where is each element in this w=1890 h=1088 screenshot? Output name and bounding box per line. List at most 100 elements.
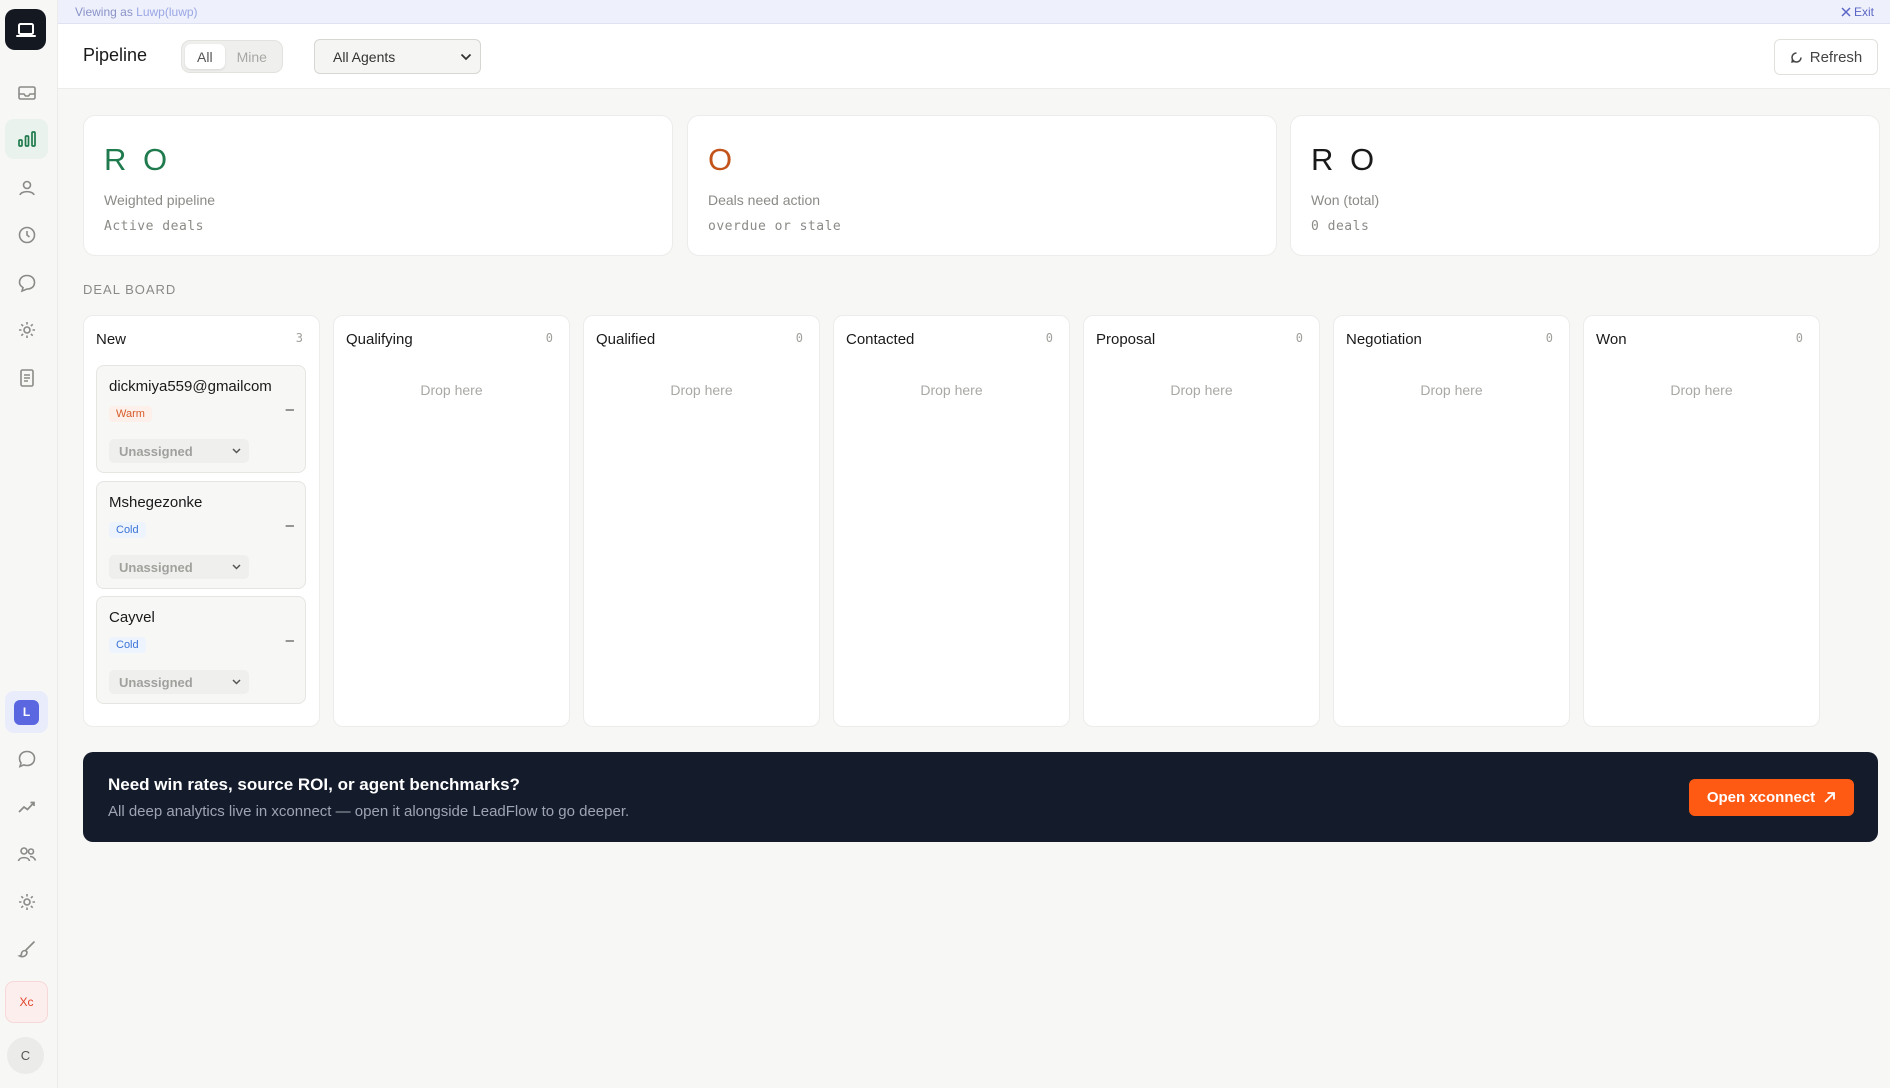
- chevron-down-icon: [232, 564, 241, 570]
- column-title: Qualified: [596, 331, 656, 348]
- stat-value: O: [708, 142, 737, 177]
- stat-value: R O: [1311, 142, 1379, 177]
- sidebar-item-team[interactable]: [5, 834, 48, 874]
- exit-label: Exit: [1853, 4, 1874, 19]
- deal-board-label: DEAL BOARD: [83, 282, 177, 297]
- deal-name: dickmiya559@gmailcom: [109, 378, 272, 395]
- assignee-select[interactable]: Unassigned: [109, 439, 249, 463]
- stat-value: R O: [104, 142, 172, 177]
- deal-value: –: [285, 517, 294, 534]
- agent-select-value: All Agents: [333, 48, 396, 65]
- sidebar-item-messages[interactable]: [5, 263, 48, 303]
- drop-zone-text: Drop here: [1170, 382, 1233, 398]
- sidebar-item-pipeline[interactable]: [5, 119, 48, 159]
- board-column-qualified[interactable]: Qualified 0 Drop here: [583, 315, 820, 727]
- board-column-negotiation[interactable]: Negotiation 0 Drop here: [1333, 315, 1570, 727]
- sidebar-item-analytics[interactable]: [5, 787, 48, 827]
- pipeline-chart-icon: [17, 131, 36, 147]
- workspace-switcher[interactable]: L: [5, 691, 48, 733]
- column-count: 0: [1295, 331, 1303, 345]
- temperature-badge: Warm: [109, 406, 152, 422]
- app-logo[interactable]: [5, 9, 46, 50]
- page-title: Pipeline: [83, 45, 148, 65]
- ownership-filter: All Mine: [181, 40, 283, 73]
- board-column-proposal[interactable]: Proposal 0 Drop here: [1083, 315, 1320, 727]
- trend-line-icon: [17, 801, 35, 813]
- column-count: 0: [545, 331, 553, 345]
- temperature-badge: Cold: [109, 637, 146, 653]
- deal-value: –: [285, 632, 294, 649]
- stat-card-won-total: R O Won (total) 0 deals: [1290, 115, 1880, 256]
- close-icon: [1841, 6, 1851, 17]
- chevron-down-icon: [460, 53, 472, 60]
- sidebar-item-settings[interactable]: [5, 310, 48, 350]
- board-column-won[interactable]: Won 0 Drop here: [1583, 315, 1820, 727]
- drop-zone-text: Drop here: [420, 382, 483, 398]
- team-icon: [17, 847, 36, 862]
- chevron-down-icon: [232, 448, 241, 454]
- viewing-as-user: Luwp(luwp): [136, 4, 198, 19]
- board-column-new[interactable]: New 3 dickmiya559@gmailcom Warm – Unassi…: [83, 315, 320, 727]
- stat-label: Won (total): [1311, 192, 1380, 208]
- xconnect-button[interactable]: Xc: [5, 981, 48, 1023]
- sidebar-item-customize[interactable]: [5, 929, 48, 969]
- drop-zone-text: Drop here: [920, 382, 983, 398]
- deal-value: –: [285, 401, 294, 418]
- user-avatar[interactable]: C: [7, 1037, 44, 1074]
- deal-card[interactable]: Cayvel Cold – Unassigned: [96, 596, 306, 704]
- gear-icon: [18, 894, 35, 910]
- inbox-icon: [17, 86, 36, 100]
- stat-sublabel: 0 deals: [1311, 219, 1370, 234]
- sidebar-item-inbox[interactable]: [5, 73, 48, 113]
- sidebar-item-conversations[interactable]: [5, 739, 48, 779]
- filter-mine-button[interactable]: Mine: [225, 44, 279, 69]
- column-title: Qualifying: [346, 331, 413, 348]
- assignee-select[interactable]: Unassigned: [109, 555, 249, 579]
- agent-select[interactable]: All Agents: [314, 39, 481, 74]
- column-title: Contacted: [846, 331, 915, 348]
- stat-card-weighted-pipeline: R O Weighted pipeline Active deals: [83, 115, 673, 256]
- temperature-badge: Cold: [109, 522, 146, 538]
- sidebar-item-admin-settings[interactable]: [5, 882, 48, 922]
- analytics-cta-banner: Need win rates, source ROI, or agent ben…: [83, 752, 1878, 842]
- assignee-value: Unassigned: [119, 674, 193, 690]
- drop-zone-text: Drop here: [1420, 382, 1483, 398]
- speech-bubble-icon: [18, 750, 35, 768]
- assignee-value: Unassigned: [119, 443, 193, 459]
- sidebar-item-contacts[interactable]: [5, 168, 48, 208]
- impersonation-banner: Viewing as Luwp(luwp) Exit: [58, 0, 1890, 24]
- column-count: 0: [1545, 331, 1553, 345]
- brush-icon: [16, 941, 35, 958]
- column-title: New: [96, 331, 127, 348]
- board-column-qualifying[interactable]: Qualifying 0 Drop here: [333, 315, 570, 727]
- assignee-value: Unassigned: [119, 559, 193, 575]
- cta-title: Need win rates, source ROI, or agent ben…: [108, 775, 520, 794]
- chat-bubble-icon: [18, 274, 35, 293]
- contacts-icon: [18, 180, 35, 196]
- refresh-icon: [1790, 51, 1802, 63]
- filter-all-button[interactable]: All: [185, 44, 225, 69]
- settings-gear-icon: [18, 322, 35, 338]
- viewing-as-text: Viewing as Luwp(luwp): [75, 5, 198, 19]
- viewing-as-label: Viewing as: [75, 4, 133, 19]
- page-header: Pipeline All Mine All Agents Refresh: [58, 24, 1890, 89]
- drop-zone-text: Drop here: [670, 382, 733, 398]
- open-xconnect-label: Open xconnect: [1706, 789, 1816, 806]
- sidebar-item-history[interactable]: [5, 215, 48, 255]
- deal-card[interactable]: Mshegezonke Cold – Unassigned: [96, 481, 306, 589]
- column-count: 0: [795, 331, 803, 345]
- open-xconnect-button[interactable]: Open xconnect: [1689, 779, 1854, 816]
- board-column-contacted[interactable]: Contacted 0 Drop here: [833, 315, 1070, 727]
- refresh-label: Refresh: [1809, 48, 1863, 66]
- deal-card[interactable]: dickmiya559@gmailcom Warm – Unassigned: [96, 365, 306, 473]
- cta-subtitle: All deep analytics live in xconnect — op…: [108, 803, 630, 820]
- sidebar-item-documents[interactable]: [5, 358, 48, 398]
- stat-sublabel: overdue or stale: [708, 219, 842, 234]
- assignee-select[interactable]: Unassigned: [109, 670, 249, 694]
- chevron-down-icon: [232, 679, 241, 685]
- laptop-logo-icon: [15, 22, 36, 37]
- external-link-arrow-icon: [1824, 792, 1836, 803]
- refresh-button[interactable]: Refresh: [1774, 39, 1878, 75]
- exit-impersonation-button[interactable]: Exit: [1841, 5, 1874, 19]
- stat-card-deals-need-action: O Deals need action overdue or stale: [687, 115, 1277, 256]
